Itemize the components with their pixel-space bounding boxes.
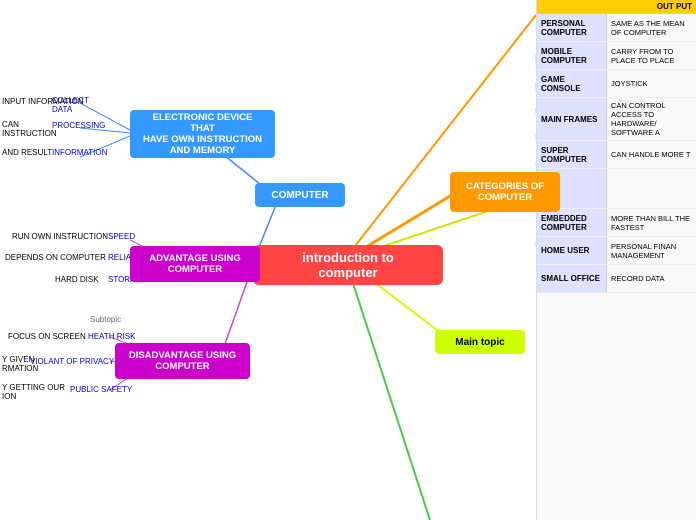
run-own-label: RUN OWN INSTRUCTION — [12, 232, 108, 241]
hard-disk-label: HARD DISK — [55, 275, 99, 284]
can-instruction-label: CAN INSTRUCTION — [2, 120, 57, 138]
given-rmation-label: Y GIVEN RMATION — [2, 355, 38, 373]
rp-row-home: HOME USER PERSONAL FINAN MANAGEMENT — [537, 237, 696, 265]
rp-row-game: GAME CONSOLE JOYSTICK — [537, 70, 696, 98]
rp-cell-mobile-left: MOBILE COMPUTER — [537, 42, 607, 69]
getting-our-label: Y GETTING OUR ION — [2, 383, 65, 401]
advantage-node[interactable]: ADVANTAGE USING COMPUTER — [130, 246, 260, 282]
processing-label: PROCESSING — [52, 121, 105, 130]
information-label: INFORMATION — [52, 148, 107, 157]
rp-cell-game-left: GAME CONSOLE — [537, 70, 607, 97]
rp-cell-personal-left: PERSONAL COMPUTER — [537, 14, 607, 41]
right-panel: OUT PUT PERSONAL COMPUTER SAME AS THE ME… — [536, 0, 696, 520]
categories-node[interactable]: CATEGORIES OF COMPUTER — [450, 172, 560, 212]
violant-label: VIOLANT OF PRIVACY — [30, 357, 114, 366]
focus-screen-label: FOCUS ON SCREEN — [8, 332, 86, 341]
rp-row-super: SUPER COMPUTER CAN HANDLE MORE T — [537, 141, 696, 169]
rp-cell-personal-right: SAME AS THE MEAN OF COMPUTER — [607, 14, 696, 41]
rp-row-empty — [537, 169, 696, 209]
and-result-label: AND RESULT — [2, 148, 52, 157]
disadvantage-node[interactable]: DISADVANTAGE USING COMPUTER — [115, 343, 250, 379]
rp-row-small-office: SMALL OFFICE RECORD DATA — [537, 265, 696, 293]
rp-cell-mainframes-left: MAIN FRAMES — [537, 98, 607, 140]
output-label: OUT PUT — [537, 0, 696, 14]
rp-row-embedded: EMBEDDED COMPUTER MORE THAN BILL THE FAS… — [537, 209, 696, 237]
rp-cell-home-right: PERSONAL FINAN MANAGEMENT — [607, 237, 696, 264]
main-topic-label-node[interactable]: Main topic — [435, 330, 525, 354]
rp-row-main-frames: MAIN FRAMES CAN CONTROL ACCESS TO HARDWA… — [537, 98, 696, 141]
rp-cell-mainframes-right: CAN CONTROL ACCESS TO HARDWARE/ SOFTWARE… — [607, 98, 696, 140]
main-topic-node[interactable]: introduction to computer — [253, 245, 443, 285]
electronic-node[interactable]: ELECTRONIC DEVICE THAT HAVE OWN INSTRUCT… — [130, 110, 275, 158]
speed-label: SPEED — [108, 232, 135, 241]
depends-label: DEPENDS ON COMPUTER — [5, 253, 106, 262]
heath-risk-label: HEATH RISK — [88, 332, 135, 341]
rp-cell-mobile-right: CARRY FROM TO PLACE TO PLACE — [607, 42, 696, 69]
rp-row-personal: PERSONAL COMPUTER SAME AS THE MEAN OF CO… — [537, 14, 696, 42]
rp-row-mobile: MOBILE COMPUTER CARRY FROM TO PLACE TO P… — [537, 42, 696, 70]
rp-cell-super-right: CAN HANDLE MORE T — [607, 141, 696, 168]
rp-cell-empty-right — [607, 169, 696, 208]
rp-cell-super-left: SUPER COMPUTER — [537, 141, 607, 168]
rp-cell-game-right: JOYSTICK — [607, 70, 696, 97]
input-information-label: INPUT INFORMATION — [2, 97, 83, 106]
rp-cell-home-left: HOME USER — [537, 237, 607, 264]
rp-cell-small-office-right: RECORD DATA — [607, 265, 696, 292]
rp-cell-embedded-left: EMBEDDED COMPUTER — [537, 209, 607, 236]
rp-cell-embedded-right: MORE THAN BILL THE FASTEST — [607, 209, 696, 236]
subtopic-label: Subtopic — [90, 315, 121, 324]
mind-map-canvas: introduction to computer COMPUTER ELECTR… — [0, 0, 696, 520]
computer-node[interactable]: COMPUTER — [255, 183, 345, 207]
public-safety-label: PUBLIC SAFETY — [70, 385, 132, 394]
rp-cell-small-office-left: SMALL OFFICE — [537, 265, 607, 292]
